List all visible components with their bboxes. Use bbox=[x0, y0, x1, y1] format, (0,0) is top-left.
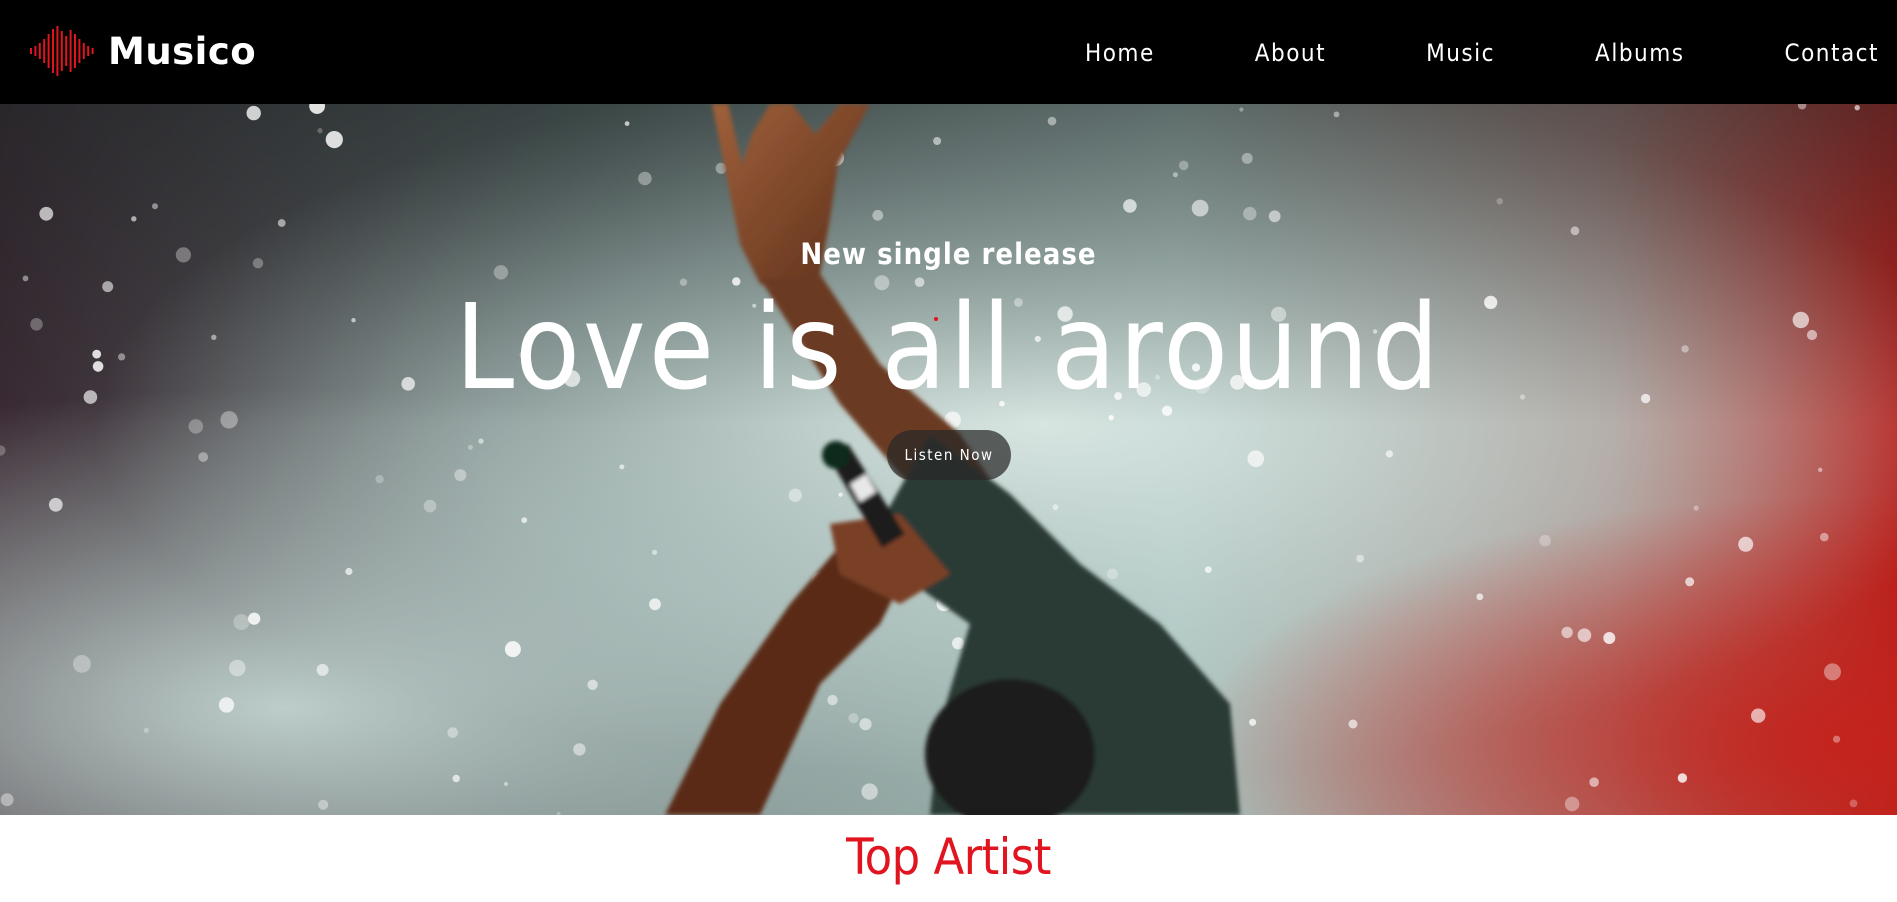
nav-link-contact[interactable]: Contact bbox=[1785, 36, 1880, 70]
sound-wave-icon bbox=[30, 26, 94, 76]
listen-now-button[interactable]: Listen Now bbox=[887, 430, 1011, 480]
wave-bar bbox=[78, 39, 81, 63]
wave-bar bbox=[47, 34, 50, 68]
brand-name: Musico bbox=[108, 29, 257, 73]
hero-banner: New single release Love is all around Li… bbox=[0, 104, 1897, 815]
nav-link-albums[interactable]: Albums bbox=[1595, 36, 1684, 70]
wave-bar bbox=[56, 26, 59, 76]
wave-bar bbox=[38, 43, 41, 59]
brand-logo[interactable]: Musico bbox=[28, 26, 256, 76]
wave-bar bbox=[52, 29, 54, 73]
nav-link-music[interactable]: Music bbox=[1426, 36, 1495, 70]
wave-bar bbox=[43, 39, 46, 63]
wave-bar bbox=[91, 48, 94, 54]
wave-bar bbox=[74, 34, 76, 68]
wave-bar bbox=[30, 48, 32, 54]
wave-bar bbox=[34, 46, 37, 56]
wave-bar bbox=[65, 36, 68, 66]
hero-subtitle: New single release bbox=[800, 237, 1097, 271]
wave-bar bbox=[82, 43, 85, 59]
nav-link-about[interactable]: About bbox=[1255, 36, 1326, 70]
section-title-top-artist: Top Artist bbox=[846, 828, 1051, 886]
wave-bar bbox=[60, 31, 63, 71]
top-navigation-bar: Musico Home About Music Albums Contact bbox=[0, 0, 1897, 104]
main-nav: Home About Music Albums Contact bbox=[985, 36, 1879, 70]
nav-link-home[interactable]: Home bbox=[1085, 36, 1155, 70]
hero-title: Love is all around bbox=[454, 278, 1443, 416]
wave-bar bbox=[87, 46, 90, 56]
wave-bar bbox=[69, 30, 72, 72]
